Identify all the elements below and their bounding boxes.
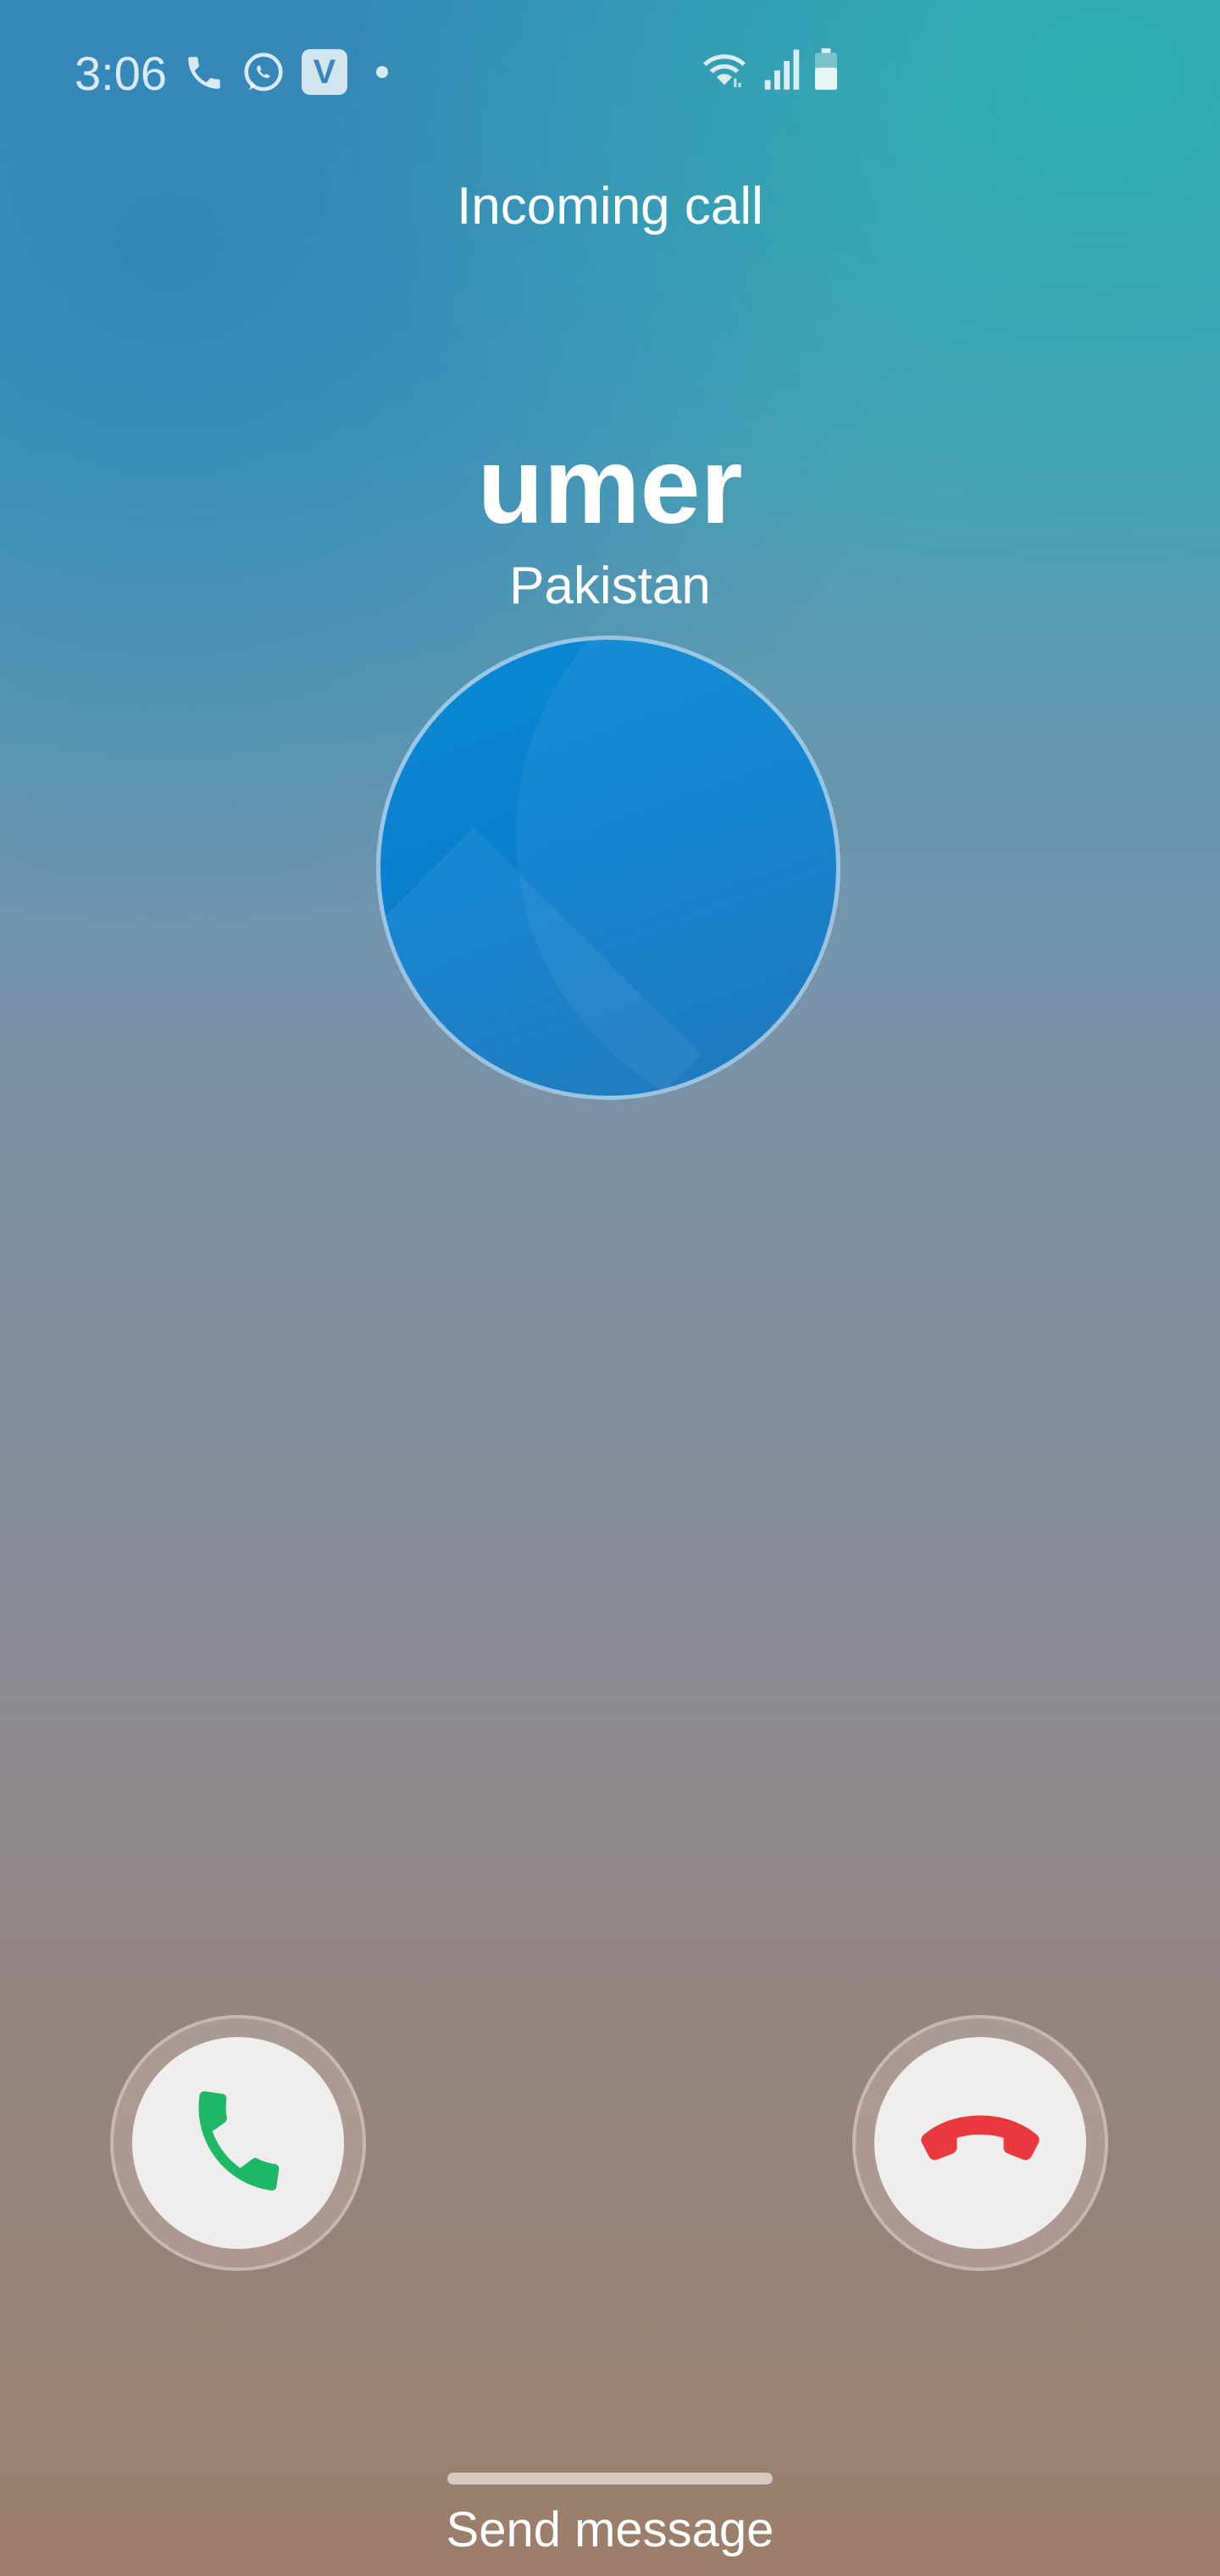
- phone-icon: [183, 49, 225, 101]
- send-message-button[interactable]: Send message: [0, 2501, 1220, 2558]
- caller-name: umer: [477, 425, 743, 547]
- battery-icon: [812, 47, 840, 96]
- status-bar: 3:06 V: [75, 42, 1145, 102]
- phone-decline-icon: [917, 2107, 1044, 2179]
- signal-icon: [762, 46, 801, 96]
- notification-dot: [376, 66, 388, 78]
- whatsapp-icon: [241, 49, 286, 101]
- phone-accept-icon: [179, 2082, 297, 2205]
- wifi-icon: [698, 46, 751, 96]
- status-time: 3:06: [75, 47, 167, 100]
- caller-location: Pakistan: [509, 557, 711, 615]
- accept-button-face[interactable]: [132, 2037, 344, 2249]
- accept-call-button[interactable]: [110, 2015, 366, 2271]
- send-message-drag-handle[interactable]: [447, 2473, 773, 2484]
- incoming-call-screen: 3:06 V Incoming call umer Pakistan Send …: [0, 0, 1220, 2576]
- decline-call-button[interactable]: [852, 2015, 1108, 2271]
- caller-avatar: [376, 636, 840, 1100]
- call-status-label: Incoming call: [457, 177, 763, 236]
- decline-button-face[interactable]: [874, 2037, 1086, 2249]
- v-app-icon: V: [302, 49, 347, 95]
